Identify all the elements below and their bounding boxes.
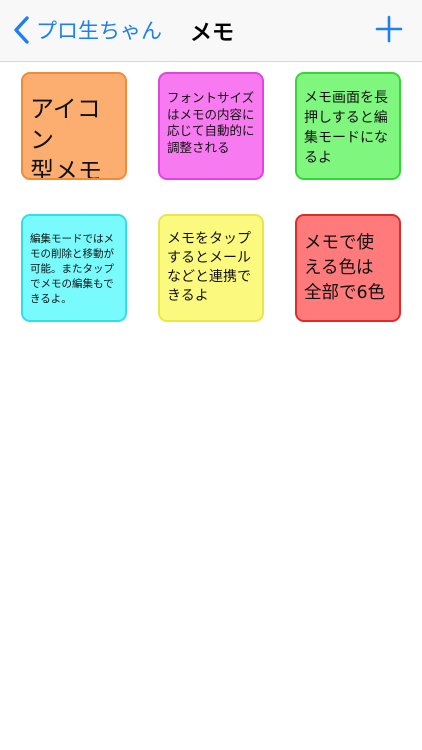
plus-icon <box>374 15 404 48</box>
memo-cyan[interactable]: 編集モードではメ モの削除と移動が 可能。またタップ でメモの編集もで きるよ。 <box>21 214 127 322</box>
memo-text: メモ画面を長 押しすると編 集モードにな るよ <box>304 90 388 166</box>
add-memo-button[interactable] <box>374 14 404 44</box>
memo-text: フォントサイズ はメモの内容に 応じて自動的に 調整される <box>167 90 255 155</box>
memo-green[interactable]: メモ画面を長 押しすると編 集モードにな るよ <box>295 72 401 180</box>
memo-pink[interactable]: フォントサイズ はメモの内容に 応じて自動的に 調整される <box>158 72 264 180</box>
memo-red[interactable]: メモで使 える色は 全部で6色 <box>295 214 401 322</box>
memo-text: 編集モードではメ モの削除と移動が 可能。またタップ でメモの編集もで きるよ。 <box>30 233 114 305</box>
page-title: メモ <box>190 21 235 46</box>
memo-text: アイコン 型メモ <box>30 95 102 180</box>
memo-text: メモをタップ するとメール などと連携で きるよ <box>167 231 251 304</box>
navigation-bar: プロ生ちゃん メモ <box>0 0 422 62</box>
memo-text: メモで使 える色は 全部で6色 <box>304 233 386 303</box>
memo-orange[interactable]: アイコン 型メモ <box>21 72 127 180</box>
chevron-left-icon <box>8 12 34 48</box>
memo-yellow[interactable]: メモをタップ するとメール などと連携で きるよ <box>158 214 264 322</box>
back-button-label: プロ生ちゃん <box>36 19 162 43</box>
back-button[interactable]: プロ生ちゃん <box>8 12 162 48</box>
